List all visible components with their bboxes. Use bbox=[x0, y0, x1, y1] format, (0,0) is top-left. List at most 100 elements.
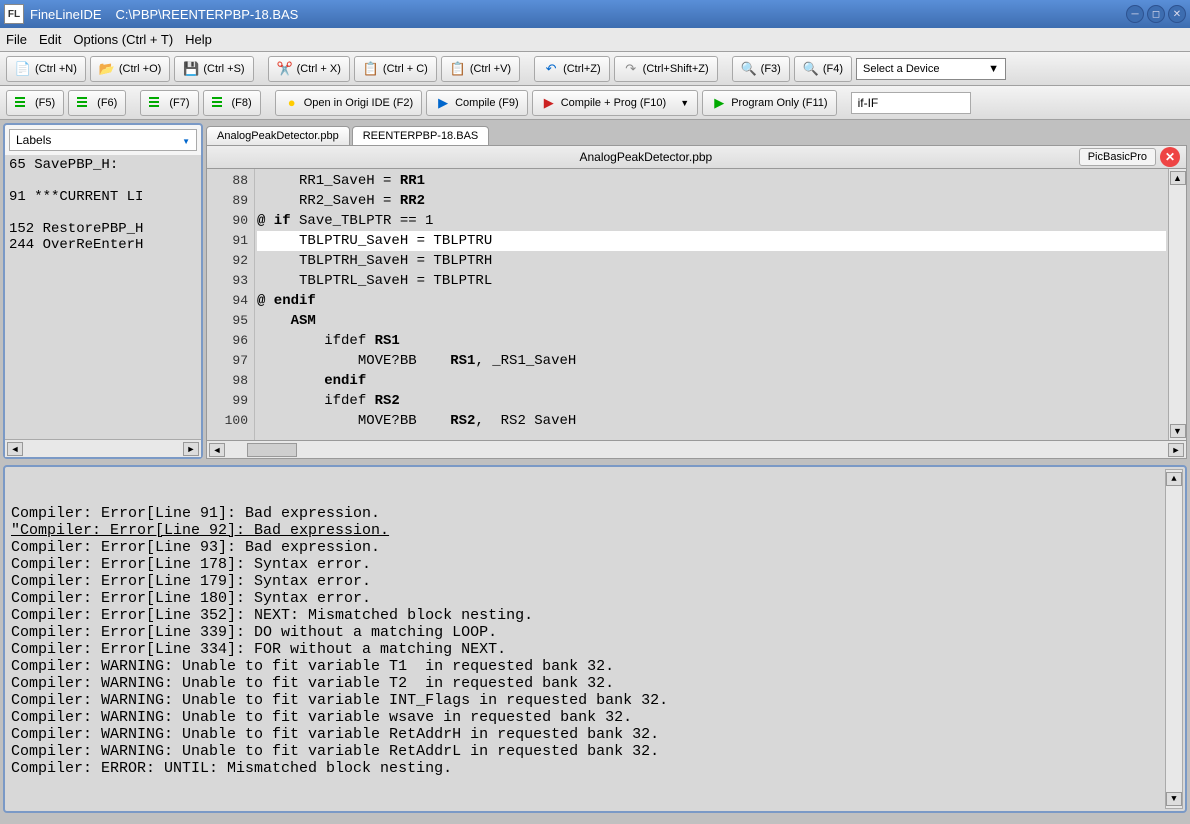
output-line: Compiler: Error[Line 352]: NEXT: Mismatc… bbox=[11, 607, 1179, 624]
tab-analogpeak[interactable]: AnalogPeakDetector.pbp bbox=[206, 126, 350, 145]
output-line: Compiler: Error[Line 180]: Syntax error. bbox=[11, 590, 1179, 607]
output-line: Compiler: Error[Line 179]: Syntax error. bbox=[11, 573, 1179, 590]
cut-button[interactable]: ✂️(Ctrl + X) bbox=[268, 56, 350, 82]
output-line: Compiler: WARNING: Unable to fit variabl… bbox=[11, 726, 1179, 743]
undo-button[interactable]: ↶(Ctrl+Z) bbox=[534, 56, 610, 82]
play-yellow-icon: ● bbox=[284, 95, 300, 111]
maximize-button[interactable]: ◻ bbox=[1147, 5, 1165, 23]
compile-prog-button[interactable]: ▶Compile + Prog (F10) ▼ bbox=[532, 90, 699, 116]
chevron-down-icon bbox=[182, 133, 190, 147]
menu-file[interactable]: File bbox=[6, 32, 27, 47]
document-title: AnalogPeakDetector.pbp bbox=[213, 150, 1079, 164]
code-line[interactable]: endif bbox=[257, 371, 1166, 391]
menu-edit[interactable]: Edit bbox=[39, 32, 61, 47]
find-button[interactable]: 🔍(F3) bbox=[732, 56, 790, 82]
code-line[interactable]: TBLPTRL_SaveH = TBLPTRL bbox=[257, 271, 1166, 291]
compiler-output-panel[interactable]: Compiler: Error[Line 91]: Bad expression… bbox=[3, 465, 1187, 813]
step-f7-button[interactable]: (F7) bbox=[140, 90, 198, 116]
redo-icon: ↷ bbox=[623, 61, 639, 77]
language-badge[interactable]: PicBasicPro bbox=[1079, 148, 1156, 166]
titlebar: FL FineLineIDE C:\PBP\REENTERPBP-18.BAS … bbox=[0, 0, 1190, 28]
line-number: 89 bbox=[209, 191, 248, 211]
line-number: 98 bbox=[209, 371, 248, 391]
line-number: 95 bbox=[209, 311, 248, 331]
code-line[interactable]: RR2_SaveH = RR2 bbox=[257, 191, 1166, 211]
cut-icon: ✂️ bbox=[277, 61, 293, 77]
step-f5-button[interactable]: (F5) bbox=[6, 90, 64, 116]
scroll-left-icon[interactable]: ◄ bbox=[209, 443, 225, 457]
tab-reenterpbp[interactable]: REENTERPBP-18.BAS bbox=[352, 126, 490, 145]
labels-list[interactable]: 65 SavePBP_H: 91 ***CURRENT LI 152 Resto… bbox=[5, 155, 201, 439]
line-number: 93 bbox=[209, 271, 248, 291]
scroll-down-icon[interactable]: ▼ bbox=[1170, 424, 1186, 438]
program-only-button[interactable]: ▶Program Only (F11) bbox=[702, 90, 836, 116]
labels-hscrollbar[interactable]: ◄ ► bbox=[5, 439, 201, 457]
output-line: Compiler: WARNING: Unable to fit variabl… bbox=[11, 658, 1179, 675]
output-line: Compiler: Error[Line 93]: Bad expression… bbox=[11, 539, 1179, 556]
code-area[interactable]: RR1_SaveH = RR1 RR2_SaveH = RR2@ if Save… bbox=[255, 169, 1168, 440]
step-icon bbox=[15, 97, 31, 109]
code-line[interactable]: MOVE?BB RS1, _RS1_SaveH bbox=[257, 351, 1166, 371]
code-line[interactable]: TBLPTRH_SaveH = TBLPTRH bbox=[257, 251, 1166, 271]
copy-icon: 📋 bbox=[363, 61, 379, 77]
close-button[interactable]: ✕ bbox=[1168, 5, 1186, 23]
step-f8-button[interactable]: (F8) bbox=[203, 90, 261, 116]
code-line[interactable]: @ endif bbox=[257, 291, 1166, 311]
menu-options[interactable]: Options (Ctrl + T) bbox=[73, 32, 173, 47]
code-line[interactable]: @ if Save_TBLPTR == 1 bbox=[257, 211, 1166, 231]
if-field[interactable]: if-IF bbox=[851, 92, 971, 114]
scroll-thumb[interactable] bbox=[247, 443, 297, 457]
scroll-up-icon[interactable]: ▲ bbox=[1166, 472, 1182, 486]
app-icon: FL bbox=[4, 4, 24, 24]
menubar: File Edit Options (Ctrl + T) Help bbox=[0, 28, 1190, 52]
code-editor[interactable]: 888990919293949596979899100 RR1_SaveH = … bbox=[206, 169, 1187, 441]
step-icon bbox=[149, 97, 165, 109]
main-area: Labels 65 SavePBP_H: 91 ***CURRENT LI 15… bbox=[0, 120, 1190, 462]
redo-button[interactable]: ↷(Ctrl+Shift+Z) bbox=[614, 56, 718, 82]
copy-button[interactable]: 📋(Ctrl + C) bbox=[354, 56, 437, 82]
editor-panel: AnalogPeakDetector.pbp REENTERPBP-18.BAS… bbox=[206, 123, 1187, 459]
labels-dropdown[interactable]: Labels bbox=[9, 129, 197, 151]
minimize-button[interactable]: ─ bbox=[1126, 5, 1144, 23]
open-orig-ide-button[interactable]: ●Open in Origi IDE (F2) bbox=[275, 90, 422, 116]
output-vscrollbar[interactable]: ▲ ▼ bbox=[1165, 469, 1183, 809]
output-line: Compiler: Error[Line 91]: Bad expression… bbox=[11, 505, 1179, 522]
scroll-left-icon[interactable]: ◄ bbox=[7, 442, 23, 456]
code-line[interactable]: ASM bbox=[257, 311, 1166, 331]
paste-button[interactable]: 📋(Ctrl +V) bbox=[441, 56, 520, 82]
code-line[interactable]: ifdef RS1 bbox=[257, 331, 1166, 351]
output-line: Compiler: WARNING: Unable to fit variabl… bbox=[11, 692, 1179, 709]
line-number: 91 bbox=[209, 231, 248, 251]
step-f6-button[interactable]: (F6) bbox=[68, 90, 126, 116]
scroll-up-icon[interactable]: ▲ bbox=[1170, 171, 1186, 185]
toolbar-secondary: (F5) (F6) (F7) (F8) ●Open in Origi IDE (… bbox=[0, 86, 1190, 120]
output-line: Compiler: Error[Line 339]: DO without a … bbox=[11, 624, 1179, 641]
line-number: 88 bbox=[209, 171, 248, 191]
editor-tabs: AnalogPeakDetector.pbp REENTERPBP-18.BAS bbox=[206, 123, 1187, 145]
new-button[interactable]: 📄(Ctrl +N) bbox=[6, 56, 86, 82]
compile-button[interactable]: ▶Compile (F9) bbox=[426, 90, 528, 116]
find-next-button[interactable]: 🔍(F4) bbox=[794, 56, 852, 82]
paste-icon: 📋 bbox=[450, 61, 466, 77]
code-line[interactable]: MOVE?BB RS2, RS2 SaveH bbox=[257, 411, 1166, 431]
editor-vscrollbar[interactable]: ▲ ▼ bbox=[1168, 169, 1186, 440]
scroll-down-icon[interactable]: ▼ bbox=[1166, 792, 1182, 806]
scroll-right-icon[interactable]: ► bbox=[183, 442, 199, 456]
line-number: 90 bbox=[209, 211, 248, 231]
chevron-down-icon[interactable]: ▼ bbox=[680, 98, 689, 108]
save-button[interactable]: 💾(Ctrl +S) bbox=[174, 56, 253, 82]
close-document-button[interactable]: ✕ bbox=[1160, 147, 1180, 167]
output-line: "Compiler: Error[Line 92]: Bad expressio… bbox=[11, 522, 1179, 539]
code-line[interactable]: RR1_SaveH = RR1 bbox=[257, 171, 1166, 191]
device-select[interactable]: Select a Device ▼ bbox=[856, 58, 1006, 80]
search-icon: 🔍 bbox=[741, 61, 757, 77]
scroll-right-icon[interactable]: ► bbox=[1168, 443, 1184, 457]
code-line[interactable]: ifdef RS2 bbox=[257, 391, 1166, 411]
menu-help[interactable]: Help bbox=[185, 32, 212, 47]
search-next-icon: 🔍 bbox=[803, 61, 819, 77]
editor-hscrollbar[interactable]: ◄ ► bbox=[206, 441, 1187, 459]
labels-dropdown-label: Labels bbox=[16, 133, 51, 147]
open-button[interactable]: 📂(Ctrl +O) bbox=[90, 56, 170, 82]
document-header: AnalogPeakDetector.pbp PicBasicPro ✕ bbox=[206, 145, 1187, 169]
code-line[interactable]: TBLPTRU_SaveH = TBLPTRU bbox=[257, 231, 1166, 251]
